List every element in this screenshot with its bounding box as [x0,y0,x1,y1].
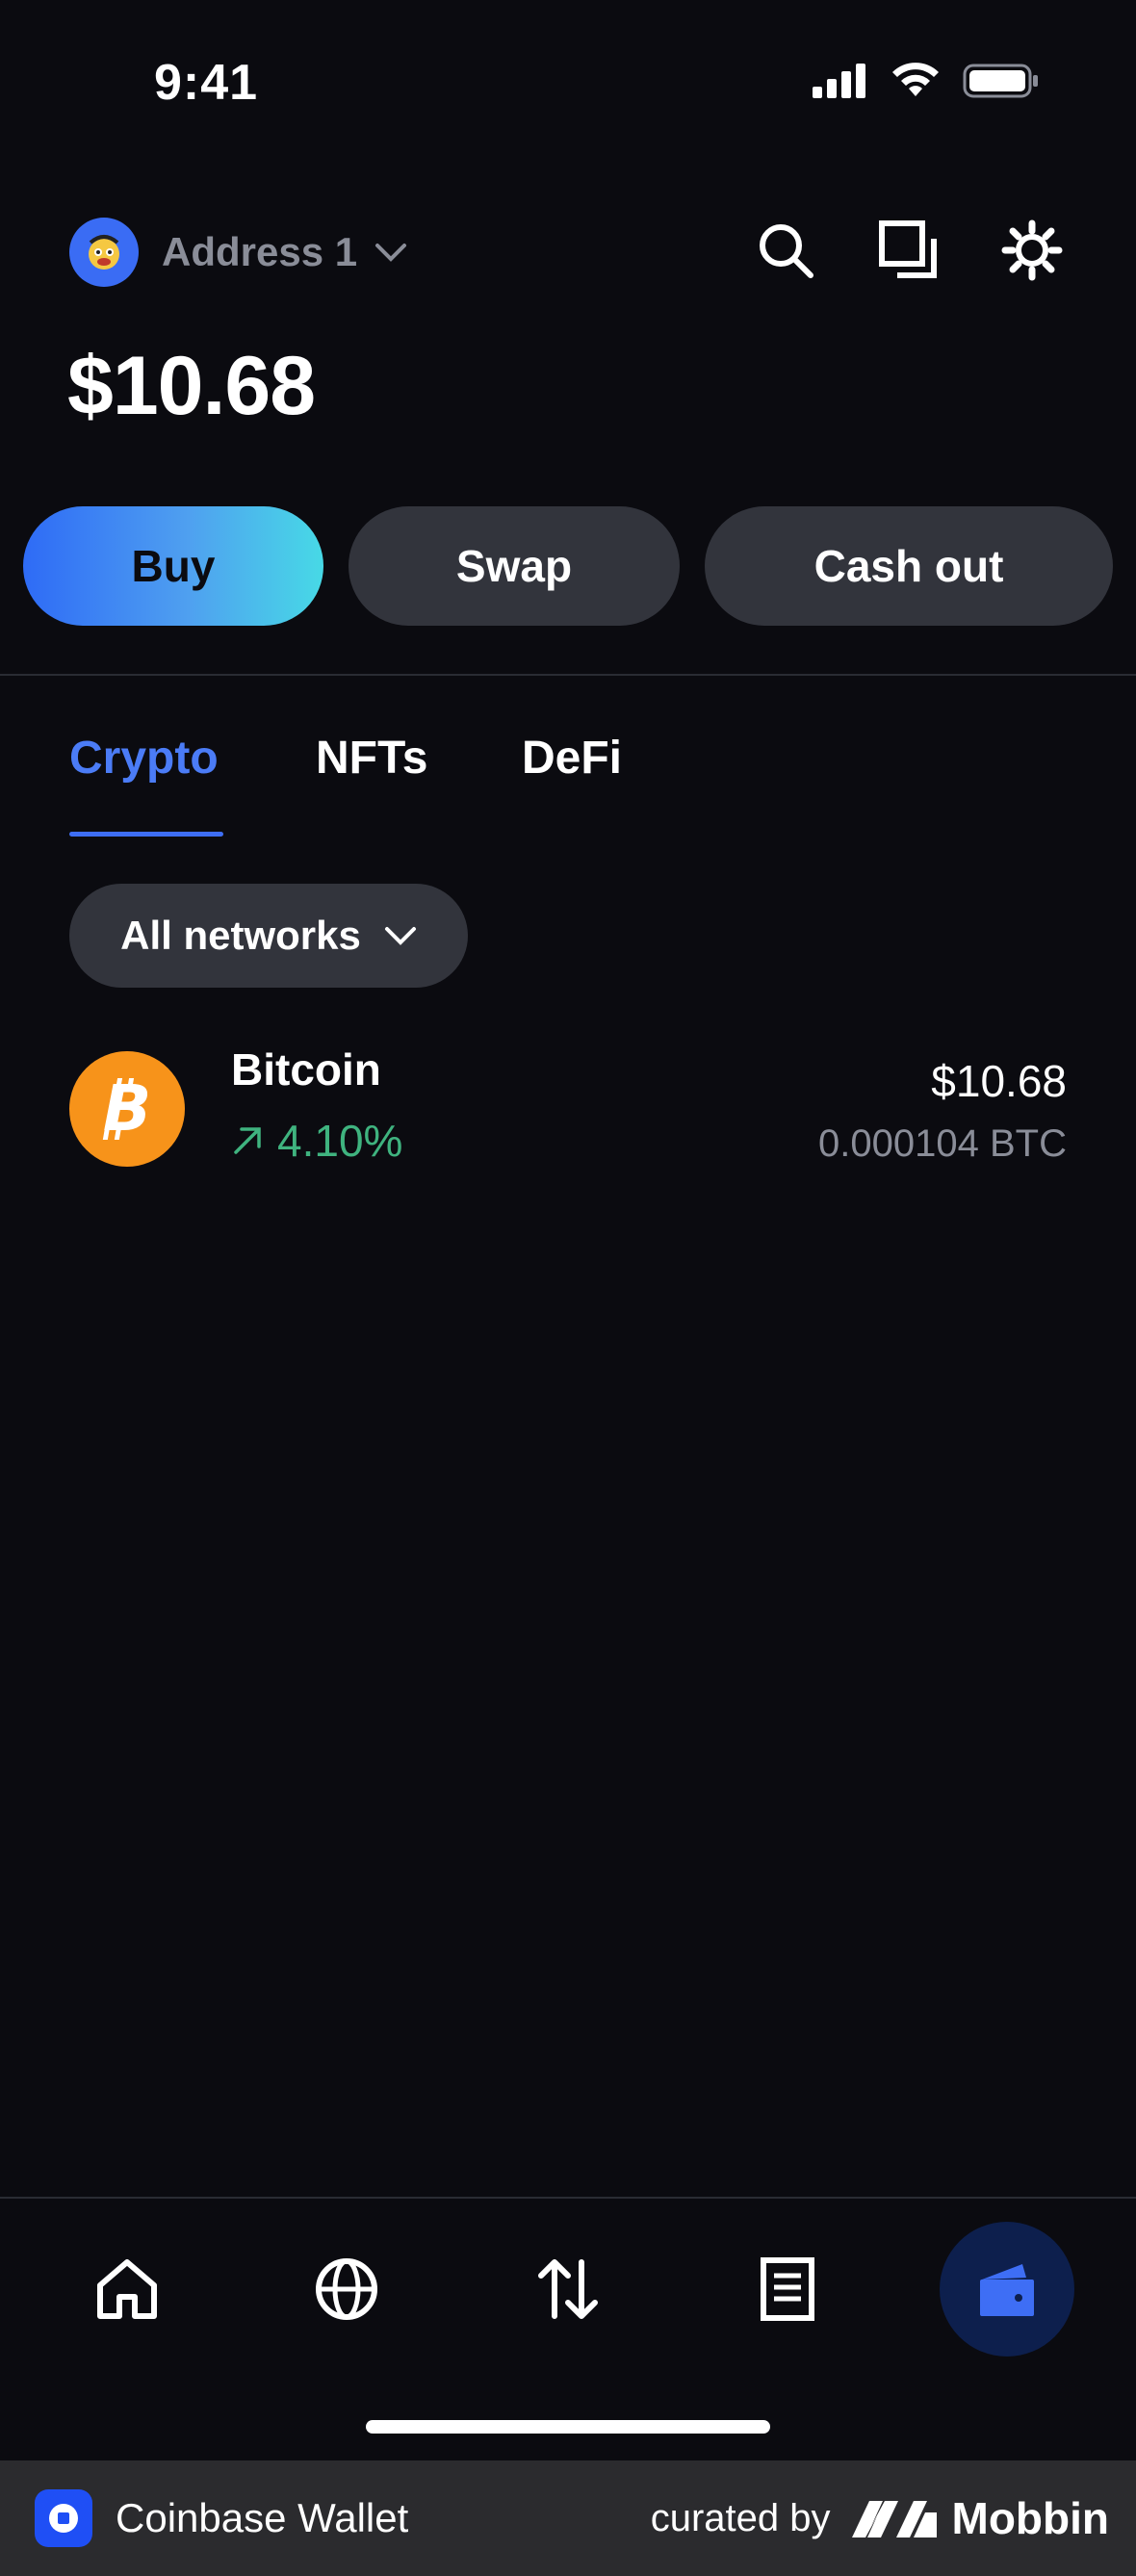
tab-crypto[interactable]: Crypto [69,732,219,785]
nav-wallet[interactable] [940,2222,1074,2357]
status-time: 9:41 [154,55,259,111]
globe-icon [316,2258,377,2320]
wifi-icon [892,63,939,96]
buy-button[interactable]: Buy [23,506,323,626]
cellular-signal-icon [813,64,865,98]
home-indicator[interactable] [366,2420,770,2434]
copy-icon[interactable] [876,218,942,283]
nav-divider [0,2197,1136,2199]
arrow-up-right-icon [234,1127,261,1154]
mobbin-brand: Mobbin [951,2493,1110,2543]
battery-icon [963,64,1038,98]
home-icon [97,2259,157,2319]
svg-text:B: B [103,1071,151,1146]
header-actions [753,218,1065,283]
chevron-down-icon [375,244,407,262]
bottom-nav [0,2222,1136,2366]
asset-change: 4.10% [231,1115,402,1167]
nav-transfer[interactable] [501,2222,635,2357]
address-label: Address 1 [162,229,358,274]
asset-value: $10.68 [931,1056,1067,1106]
swap-button[interactable]: Swap [349,506,680,626]
divider [0,674,1136,676]
footer-bar: Coinbase Wallet curated by Mobbin [0,2460,1136,2576]
status-icons [811,62,1040,100]
wallet-icon [980,2264,1034,2316]
active-tab-indicator [69,832,223,837]
mobbin-logo-icon [851,2501,937,2537]
footer-app-name: Coinbase Wallet [116,2495,409,2540]
coinbase-wallet-logo-icon [35,2489,92,2547]
nav-activity[interactable] [720,2222,855,2357]
balance: $10.68 [67,340,316,432]
cash-out-button[interactable]: Cash out [705,506,1113,626]
nav-home[interactable] [60,2222,194,2357]
avatar[interactable] [69,218,139,287]
tab-nfts[interactable]: NFTs [316,732,427,785]
search-icon[interactable] [753,218,818,283]
asset-change-value: 4.10% [277,1116,403,1166]
asset-name: Bitcoin [231,1044,381,1095]
tab-defi[interactable]: DeFi [522,732,622,785]
mobbin-logo: Mobbin [850,2492,1110,2544]
bitcoin-icon: B [69,1051,185,1167]
transfer-arrows-icon [538,2259,598,2319]
document-icon [761,2257,814,2321]
network-filter[interactable]: All networks [69,884,468,988]
footer-app: Coinbase Wallet [35,2489,408,2547]
chevron-down-icon [384,927,416,945]
nav-explore[interactable] [279,2222,414,2357]
address-selector[interactable]: Address 1 [162,229,407,275]
footer-credit: curated by Mobbin [651,2492,1109,2544]
network-filter-label: All networks [120,913,361,958]
monkey-avatar-icon [89,235,119,270]
gear-icon[interactable] [999,218,1065,283]
asset-amount: 0.000104 BTC [818,1122,1067,1165]
curated-by-label: curated by [650,2496,831,2539]
